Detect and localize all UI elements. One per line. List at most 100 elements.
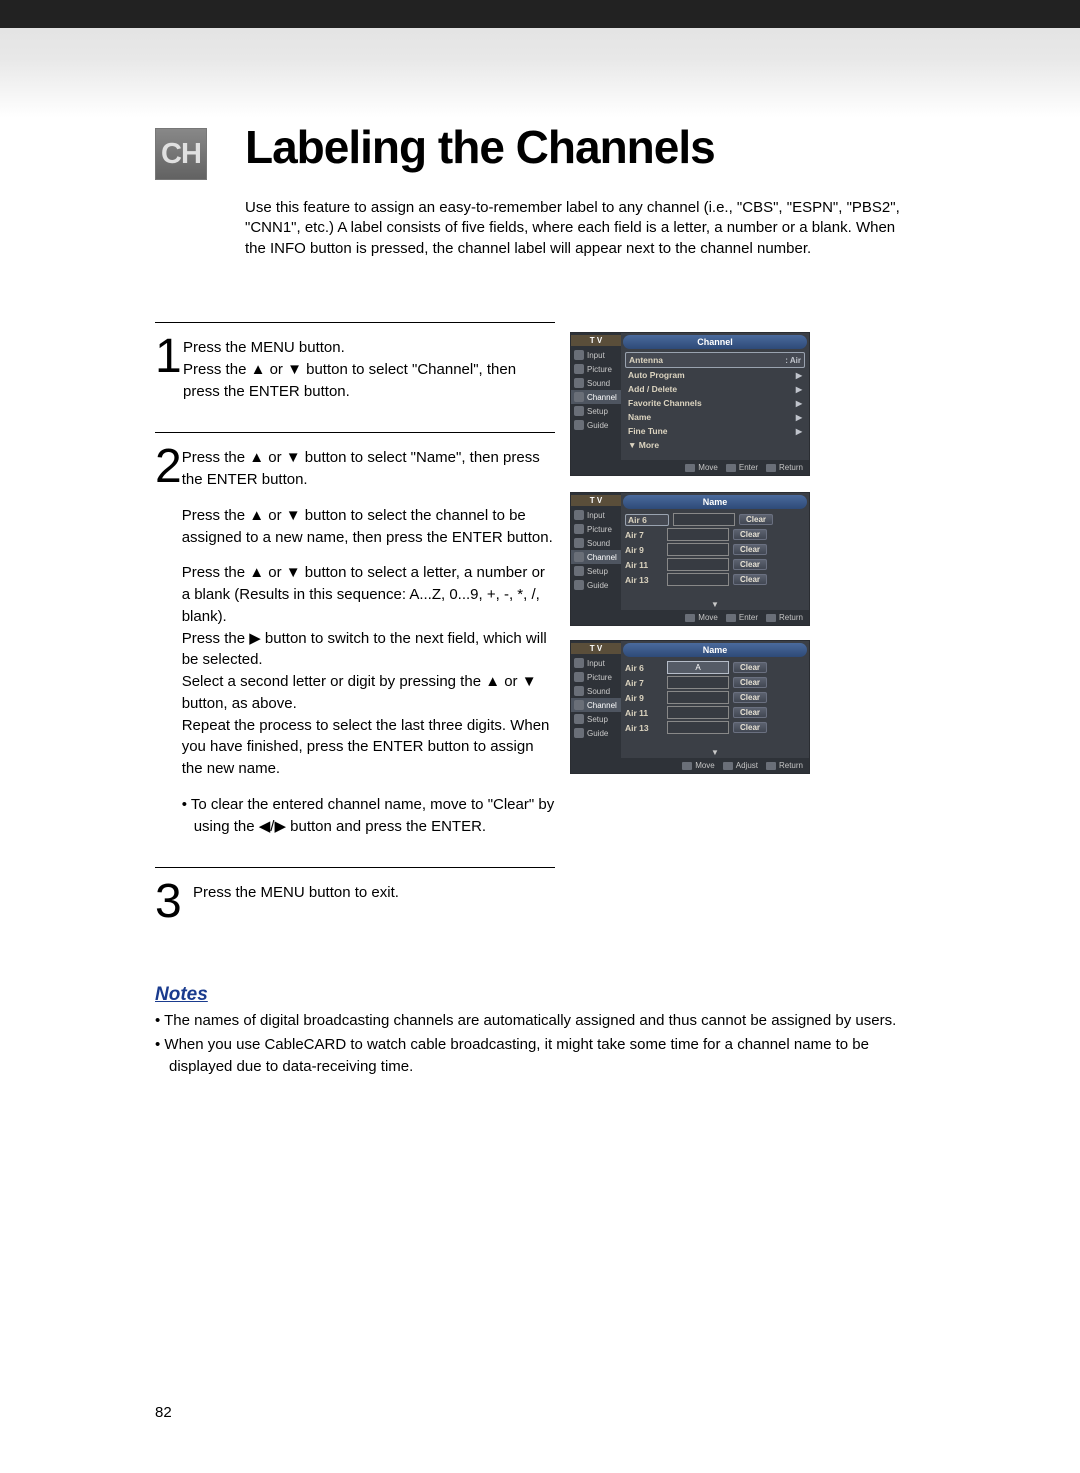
osd-channel-label: Air 13 — [625, 723, 663, 733]
osd-screenshot-name-select: T V InputPictureSoundChannelSetupGuide N… — [570, 492, 810, 626]
page-title: Labeling the Channels — [245, 120, 715, 174]
osd-name-row: Air 13Clear — [625, 572, 805, 587]
osd-side-label: Setup — [587, 715, 608, 724]
step-number: 2 — [155, 443, 182, 837]
osd-side-item: Picture — [571, 362, 621, 376]
osd-side-icon — [574, 538, 584, 548]
osd-name-field — [667, 573, 729, 586]
osd-side-item: Channel — [571, 390, 621, 404]
osd-footer-label: Enter — [739, 463, 758, 472]
osd-footer-label: Return — [779, 463, 803, 472]
step: 1Press the MENU button.Press the ▲ or ▼ … — [155, 322, 555, 432]
osd-clear-button: Clear — [733, 544, 767, 555]
osd-name-field — [667, 706, 729, 719]
osd-side-item: Guide — [571, 726, 621, 740]
osd-side-label: Picture — [587, 365, 612, 374]
osd-side-label: Sound — [587, 539, 610, 548]
note-item: • When you use CableCARD to watch cable … — [155, 1034, 920, 1078]
osd-footer-icon — [726, 464, 736, 472]
osd-side-icon — [574, 658, 584, 668]
osd-name-row: Air 9Clear — [625, 690, 805, 705]
osd-tv-label: T V — [571, 643, 621, 654]
osd-title: Name — [623, 495, 807, 509]
osd-footer: Move Enter Return — [621, 460, 809, 475]
osd-side-item: Sound — [571, 684, 621, 698]
osd-name-field — [667, 558, 729, 571]
osd-channel-label: Air 7 — [625, 678, 663, 688]
note-item: • The names of digital broadcasting chan… — [155, 1010, 920, 1032]
notes-heading: Notes — [155, 984, 920, 1006]
osd-name-field — [667, 721, 729, 734]
osd-side-label: Setup — [587, 567, 608, 576]
osd-name-row: Air 13 Clear — [625, 720, 805, 735]
osd-name-field — [667, 691, 729, 704]
osd-side-icon — [574, 392, 584, 402]
osd-side-icon — [574, 686, 584, 696]
osd-menu-item: Add / Delete▶ — [625, 382, 805, 396]
osd-screenshot-name-edit: T V InputPictureSoundChannelSetupGuide N… — [570, 640, 810, 774]
osd-tv-label: T V — [571, 495, 621, 506]
osd-footer-label: Move — [695, 761, 715, 770]
osd-footer-item: Move — [685, 613, 718, 622]
osd-side-label: Guide — [587, 729, 608, 738]
chapter-badge-text: CH — [161, 138, 201, 171]
osd-menu-label: Auto Program — [628, 370, 685, 380]
osd-side-label: Sound — [587, 379, 610, 388]
osd-side-item: Picture — [571, 670, 621, 684]
step-paragraph: Press the ▲ or ▼ button to select the ch… — [182, 505, 555, 549]
osd-menu-item: Name▶ — [625, 410, 805, 424]
osd-side-item: Sound — [571, 376, 621, 390]
osd-footer-icon — [685, 464, 695, 472]
osd-footer-item: Enter — [726, 463, 758, 472]
osd-name-rows: Air 6AClear Air 7 Clear Air 9ClearAir 11Cle… — [621, 660, 809, 747]
osd-side-label: Channel — [587, 393, 617, 402]
osd-footer-icon — [682, 762, 692, 770]
osd-side-icon — [574, 714, 584, 724]
osd-footer-item: Return — [766, 463, 803, 472]
osd-footer-icon — [685, 614, 695, 622]
osd-menu-value: ▶ — [796, 371, 802, 380]
osd-title: Channel — [623, 335, 807, 349]
osd-menu-value: : Air — [785, 356, 801, 365]
osd-channel-label: Air 9 — [625, 693, 663, 703]
step-number: 1 — [155, 333, 183, 402]
osd-side-label: Input — [587, 351, 605, 360]
osd-side-label: Guide — [587, 421, 608, 430]
osd-channel-label: Air 6 — [625, 663, 663, 673]
osd-menu-item: Antenna: Air — [625, 352, 805, 368]
osd-channel-label: Air 9 — [625, 545, 663, 555]
intro-text: Use this feature to assign an easy-to-re… — [245, 198, 920, 259]
osd-footer: MoveEnterReturn — [621, 610, 809, 625]
step: 3Press the MENU button to exit. — [155, 867, 555, 956]
osd-side-label: Picture — [587, 673, 612, 682]
osd-menu-label: ▼ More — [628, 440, 659, 450]
osd-footer-label: Move — [698, 463, 718, 472]
osd-side-item: Guide — [571, 578, 621, 592]
osd-clear-button: Clear — [733, 559, 767, 570]
osd-menu-item: ▼ More — [625, 438, 805, 452]
osd-sidebar: T V InputPictureSoundChannelSetupGuide — [571, 493, 621, 625]
osd-title: Name — [623, 643, 807, 657]
osd-name-row: Air 7Clear — [625, 527, 805, 542]
step-number: 3 — [155, 878, 193, 926]
osd-menu: Antenna: AirAuto Program▶Add / Delete▶Fa… — [621, 352, 809, 460]
osd-footer-label: Adjust — [736, 761, 758, 770]
osd-clear-button: Clear — [733, 722, 767, 733]
step-body: Press the MENU button to exit. — [193, 878, 399, 926]
osd-name-row: Air 6Clear — [625, 512, 805, 527]
osd-name-row: Air 9 Clear — [625, 542, 805, 557]
osd-footer-icon — [723, 762, 733, 770]
osd-name-row: Air 6AClear — [625, 660, 805, 675]
more-indicator-icon: ▼ — [621, 747, 809, 758]
osd-side-item: Input — [571, 508, 621, 522]
osd-menu-label: Fine Tune — [628, 426, 668, 436]
osd-footer: MoveAdjustReturn — [621, 758, 809, 773]
page-number: 82 — [155, 1404, 172, 1421]
step: 2Press the ▲ or ▼ button to select "Name… — [155, 432, 555, 867]
osd-menu-label: Add / Delete — [628, 384, 677, 394]
osd-name-row: Air 11Clear — [625, 705, 805, 720]
step-paragraph: • To clear the entered channel name, mov… — [182, 794, 555, 838]
osd-channel-label: Air 11 — [625, 560, 663, 570]
notes-section: Notes • The names of digital broadcastin… — [155, 984, 920, 1079]
osd-footer-label: Enter — [739, 613, 758, 622]
